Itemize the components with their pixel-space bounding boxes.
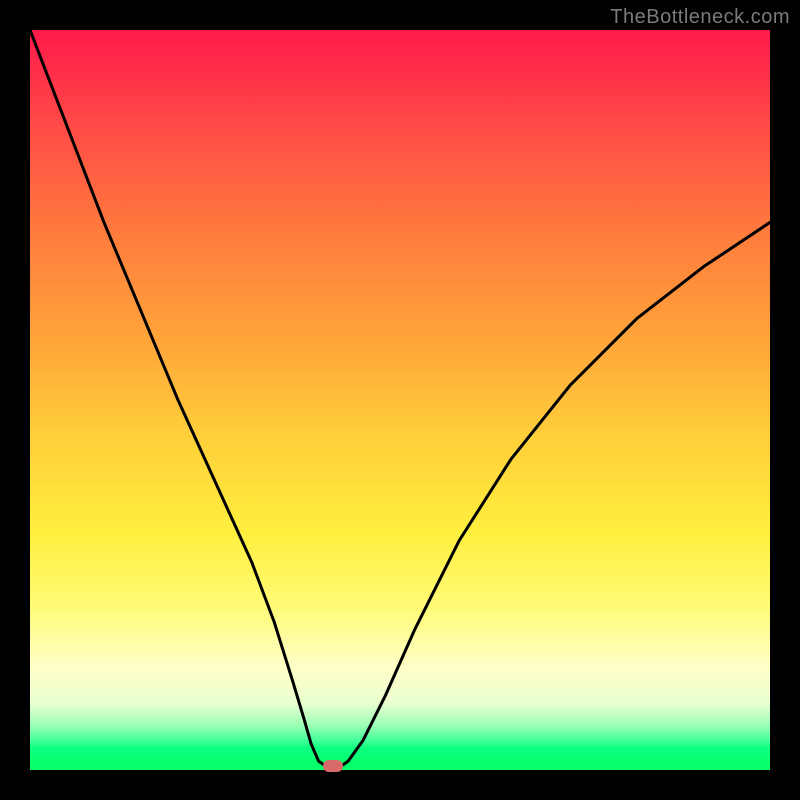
optimal-marker	[323, 760, 343, 772]
chart-frame: TheBottleneck.com	[0, 0, 800, 800]
bottleneck-curve	[30, 30, 770, 766]
watermark-text: TheBottleneck.com	[610, 6, 790, 29]
curve-svg	[30, 30, 770, 770]
plot-area	[30, 30, 770, 770]
